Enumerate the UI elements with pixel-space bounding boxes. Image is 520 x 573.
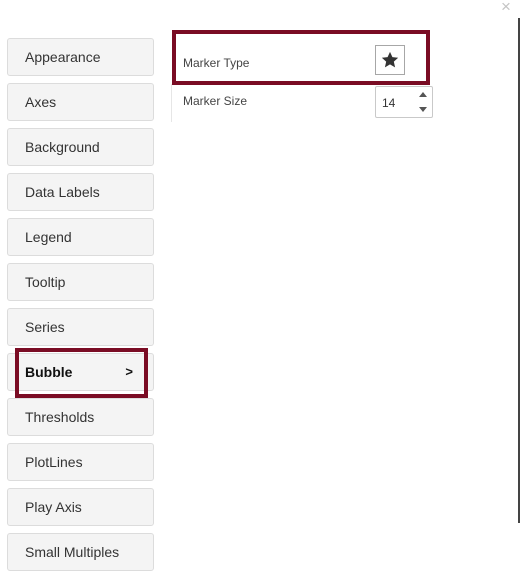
sidebar-item-bubble[interactable]: Bubble > (7, 353, 154, 391)
sidebar-item-label: Legend (25, 229, 72, 245)
marker-size-value[interactable]: 14 (382, 96, 395, 110)
chevron-right-icon: > (125, 364, 133, 379)
sidebar-item-axes[interactable]: Axes (7, 83, 154, 121)
stepper-buttons (414, 87, 432, 117)
sidebar-item-tooltip[interactable]: Tooltip (7, 263, 154, 301)
marker-size-stepper[interactable]: 14 (375, 86, 433, 118)
sidebar-item-appearance[interactable]: Appearance (7, 38, 154, 76)
sidebar-item-play-axis[interactable]: Play Axis (7, 488, 154, 526)
marker-type-label: Marker Type (183, 56, 250, 70)
sidebar-item-background[interactable]: Background (7, 128, 154, 166)
sidebar-item-label: Small Multiples (25, 544, 120, 560)
sidebar-item-label: Play Axis (25, 499, 82, 515)
sidebar-item-plotlines[interactable]: PlotLines (7, 443, 154, 481)
marker-size-label: Marker Size (183, 94, 248, 108)
stepper-up-button[interactable] (414, 87, 432, 102)
stepper-down-button[interactable] (414, 102, 432, 117)
sidebar-item-label: Series (25, 319, 65, 335)
caret-up-icon (419, 92, 427, 97)
sidebar-item-label: Background (25, 139, 100, 155)
sidebar-item-small-multiples[interactable]: Small Multiples (7, 533, 154, 571)
sidebar-item-label: Appearance (25, 49, 101, 65)
marker-type-button[interactable] (375, 45, 405, 75)
panel-divider (171, 84, 172, 122)
sidebar-item-thresholds[interactable]: Thresholds (7, 398, 154, 436)
sidebar-item-label: Bubble (25, 364, 73, 380)
sidebar-item-legend[interactable]: Legend (7, 218, 154, 256)
close-icon[interactable]: × (498, 0, 514, 16)
sidebar-item-label: Axes (25, 94, 57, 110)
sidebar-item-label: PlotLines (25, 454, 83, 470)
sidebar-item-series[interactable]: Series (7, 308, 154, 346)
sidebar-item-label: Thresholds (25, 409, 95, 425)
sidebar-item-label: Tooltip (25, 274, 66, 290)
sidebar-item-label: Data Labels (25, 184, 100, 200)
sidebar-item-data-labels[interactable]: Data Labels (7, 173, 154, 211)
caret-down-icon (419, 107, 427, 112)
star-icon (381, 51, 399, 68)
